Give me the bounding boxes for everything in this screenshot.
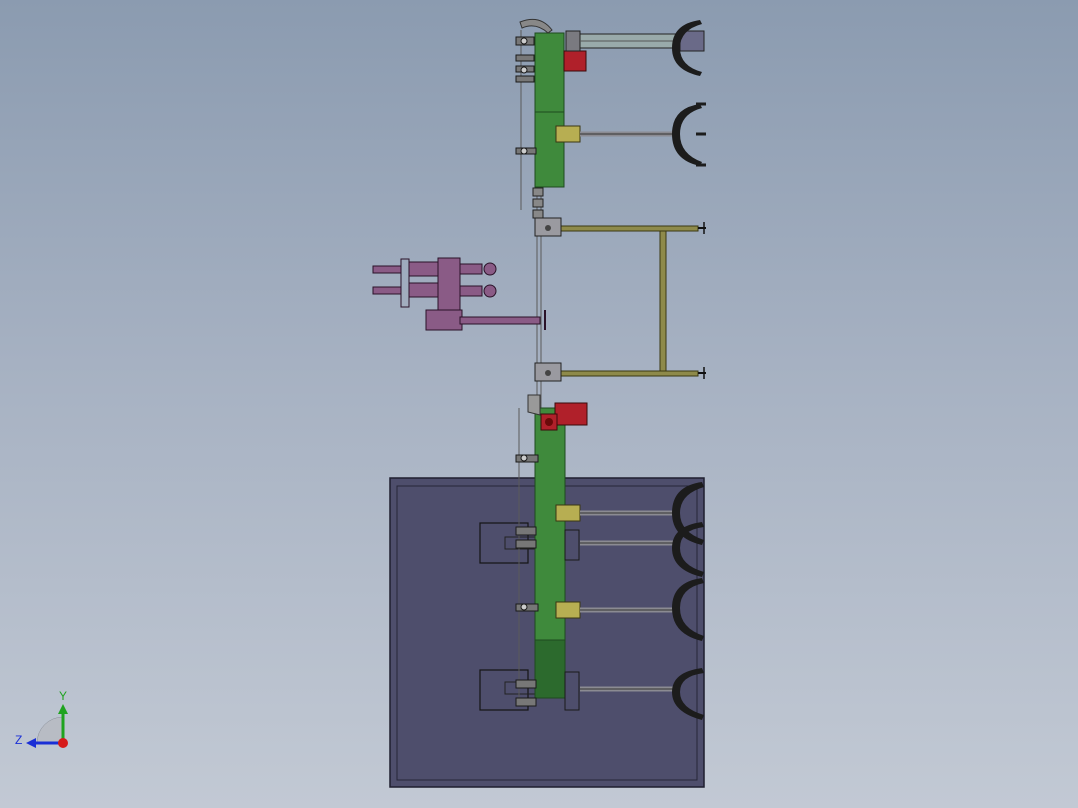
transfer-frame[interactable]: [534, 217, 706, 382]
conveyor-top[interactable]: [515, 18, 587, 219]
orientation-triad[interactable]: Y Z: [0, 0, 100, 808]
cad-viewport[interactable]: Y Z: [0, 0, 1078, 808]
motor-top: [563, 50, 587, 72]
triad-quarter-disc: [36, 716, 64, 744]
motor-bottom: [554, 402, 588, 426]
bracket-bottom-2: [555, 601, 581, 619]
y-axis-label: Y: [59, 689, 67, 703]
cylinder-clamp-top-1[interactable]: [579, 20, 705, 76]
x-axis-dot-icon: [58, 738, 68, 748]
bracket-top: [555, 125, 581, 143]
y-axis-arrow-icon: [58, 704, 68, 714]
bracket-bottom-1: [555, 504, 581, 522]
z-axis-label: Z: [15, 733, 22, 747]
gripper-unit[interactable]: [372, 257, 546, 331]
cylinder-clamp-top-2[interactable]: [580, 102, 706, 167]
assembly-drawing[interactable]: [0, 0, 1078, 808]
z-axis-arrow-icon: [26, 738, 36, 748]
